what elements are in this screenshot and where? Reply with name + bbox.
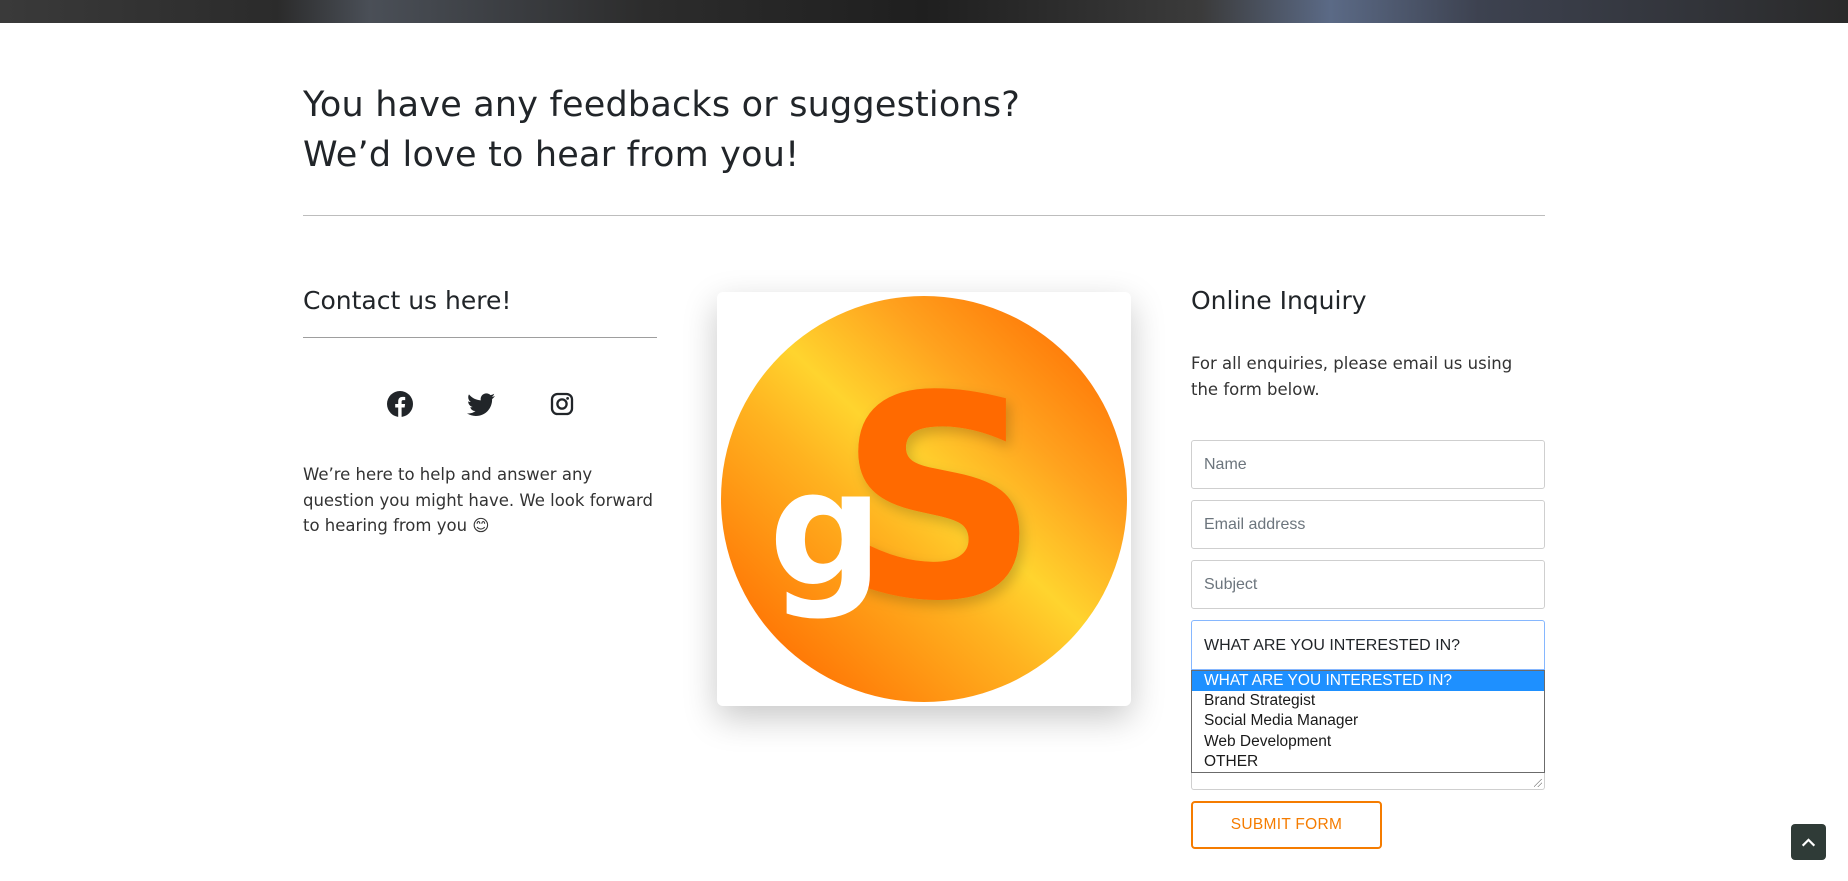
dropdown-option[interactable]: Brand Strategist: [1192, 691, 1544, 711]
dropdown-option[interactable]: OTHER: [1192, 752, 1544, 772]
twitter-icon[interactable]: [465, 388, 497, 420]
contact-divider: [303, 337, 657, 338]
logo-letter-g: g: [769, 435, 884, 622]
hero-image-strip: [0, 0, 1848, 23]
subject-field[interactable]: [1191, 560, 1545, 609]
interest-select[interactable]: WHAT ARE YOU INTERESTED IN?: [1191, 620, 1545, 670]
brand-logo: S g: [717, 292, 1131, 706]
headline-line-1: You have any feedbacks or suggestions?: [303, 85, 1021, 125]
dropdown-option[interactable]: WHAT ARE YOU INTERESTED IN?: [1192, 671, 1544, 692]
contact-description: We’re here to help and answer any questi…: [303, 465, 653, 535]
page-headline: You have any feedbacks or suggestions? W…: [303, 80, 1020, 180]
inquiry-description: For all enquiries, please email us using…: [1191, 354, 1513, 399]
interest-dropdown-list: WHAT ARE YOU INTERESTED IN? Brand Strate…: [1191, 670, 1545, 773]
email-field[interactable]: [1191, 500, 1545, 549]
section-divider: [303, 215, 1545, 216]
facebook-icon[interactable]: [384, 388, 416, 420]
dropdown-option[interactable]: Social Media Manager: [1192, 711, 1544, 731]
social-links: [384, 388, 584, 420]
submit-form-button[interactable]: SUBMIT FORM: [1191, 801, 1382, 849]
interest-select-value: WHAT ARE YOU INTERESTED IN?: [1204, 637, 1461, 654]
headline-line-2: We’d love to hear from you!: [303, 135, 800, 175]
name-field[interactable]: [1191, 440, 1545, 489]
contact-title: Contact us here!: [303, 286, 512, 315]
message-textarea[interactable]: [1191, 770, 1545, 790]
resize-handle-icon[interactable]: [1534, 779, 1542, 787]
inquiry-title: Online Inquiry: [1191, 286, 1367, 315]
dropdown-option[interactable]: Web Development: [1192, 732, 1544, 752]
chevron-up-icon: [1801, 838, 1816, 847]
scroll-to-top-button[interactable]: [1791, 824, 1826, 860]
instagram-icon[interactable]: [546, 388, 578, 420]
